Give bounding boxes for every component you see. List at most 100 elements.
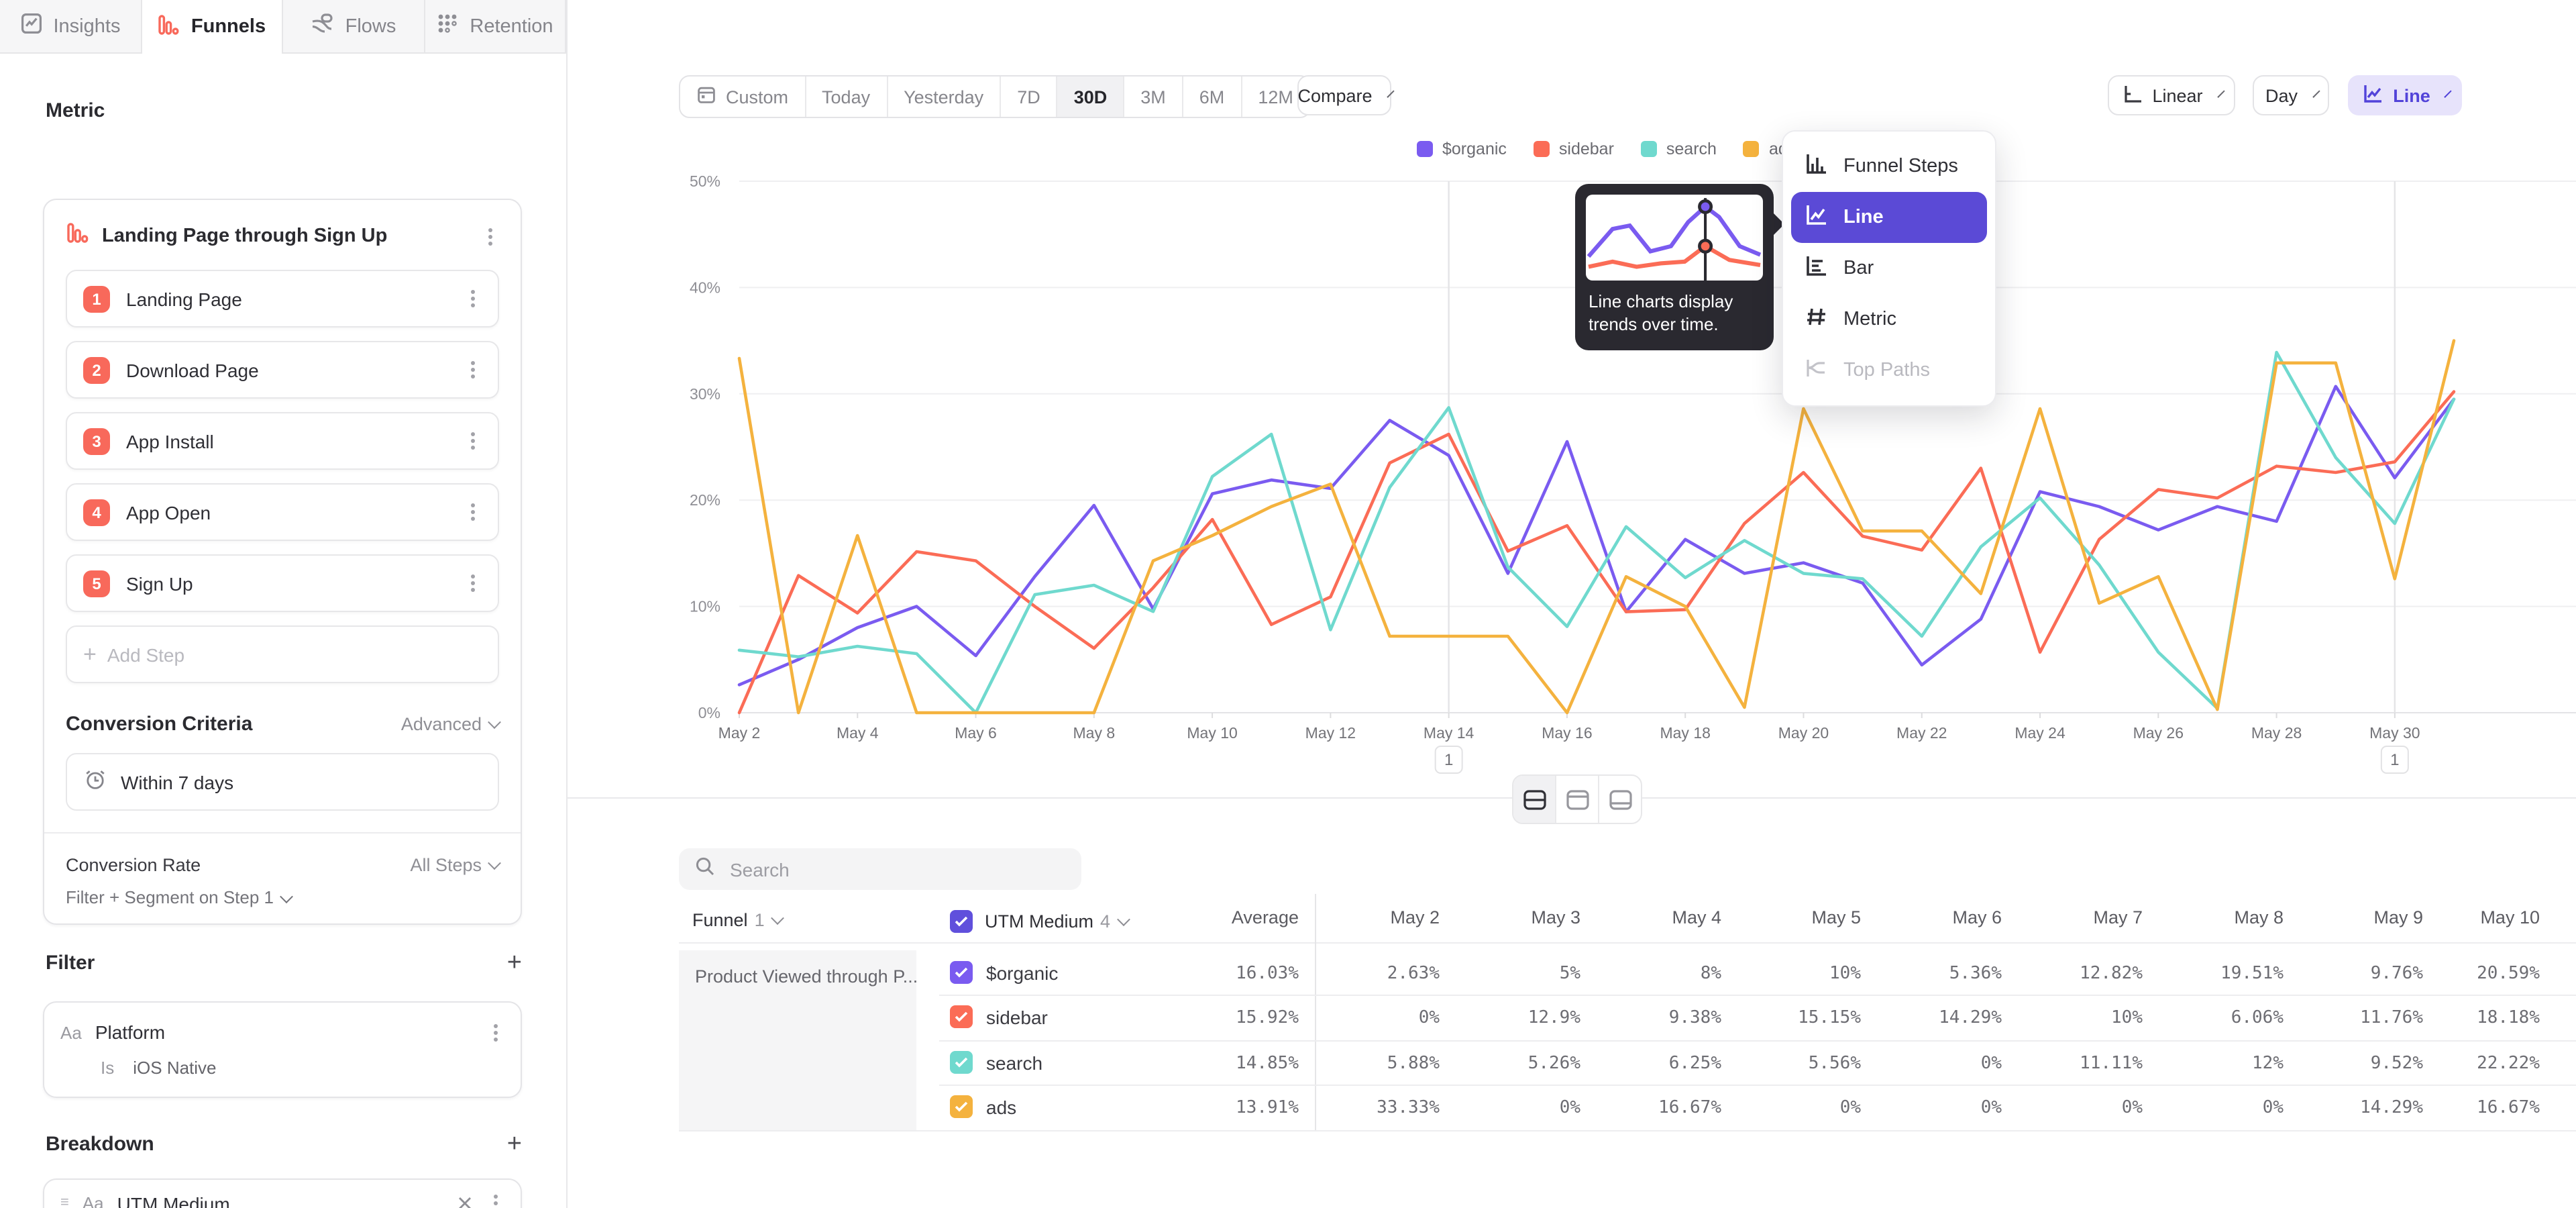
table-search[interactable]: [679, 848, 1081, 890]
add-step-button[interactable]: + Add Step: [66, 625, 499, 683]
svg-text:1: 1: [1444, 751, 1453, 769]
interval-dropdown[interactable]: Day: [2253, 75, 2329, 115]
funnel-step-row[interactable]: 1Landing Page: [66, 270, 499, 328]
range-7d[interactable]: 7D: [1001, 77, 1058, 117]
series-organic[interactable]: [739, 387, 2454, 685]
funnel-step-row[interactable]: 4App Open: [66, 483, 499, 541]
row-checkbox[interactable]: [950, 961, 973, 984]
menu-item-label: Funnel Steps: [1843, 156, 1958, 177]
select-all-checkbox[interactable]: [950, 910, 973, 933]
cell-value: 9.76%: [2294, 964, 2423, 984]
tab-flows[interactable]: Flows: [283, 0, 425, 52]
series-search[interactable]: [739, 352, 2454, 713]
svg-text:May 2: May 2: [718, 724, 761, 742]
row-checkbox[interactable]: [950, 1006, 973, 1029]
column-header[interactable]: May 10: [2411, 907, 2540, 927]
table-header-divider: [679, 942, 2576, 944]
row-name: $organic: [986, 962, 1058, 984]
breakdown-column-header[interactable]: UTM Medium4: [950, 910, 1128, 933]
cell-value: 5.36%: [1873, 964, 2002, 984]
column-header[interactable]: May 5: [1732, 907, 1861, 927]
chart-view-toggle[interactable]: [1556, 776, 1599, 823]
column-header[interactable]: Average: [1170, 907, 1299, 927]
chart-type-dropdown[interactable]: Line: [2348, 75, 2462, 115]
menu-item-line[interactable]: Line: [1791, 192, 1987, 243]
line-chart[interactable]: 0%10%20%30%40%50%May 2May 4May 6May 8May…: [568, 134, 2576, 792]
funnel-step-row[interactable]: 5Sign Up: [66, 554, 499, 612]
range-yesterday[interactable]: Yesterday: [888, 77, 1001, 117]
svg-text:30%: 30%: [690, 385, 720, 403]
menu-item-label: Bar: [1843, 258, 1874, 279]
range-3m[interactable]: 3M: [1124, 77, 1183, 117]
row-divider: [939, 1040, 2576, 1042]
tab-label: Insights: [54, 15, 121, 37]
cell-value: 16.03%: [1170, 964, 1299, 984]
filter-value[interactable]: iOS Native: [133, 1057, 216, 1077]
step-kebab-icon[interactable]: [463, 501, 482, 523]
chevron-down-icon: [488, 857, 501, 870]
cell-value: 33.33%: [1311, 1098, 1440, 1118]
filter-operator[interactable]: Is: [101, 1057, 114, 1077]
step-kebab-icon[interactable]: [463, 572, 482, 594]
column-header[interactable]: May 9: [2294, 907, 2423, 927]
row-checkbox[interactable]: [950, 1095, 973, 1118]
column-header[interactable]: May 3: [1452, 907, 1580, 927]
filter-kebab-icon[interactable]: [486, 1021, 504, 1043]
svg-text:10%: 10%: [690, 598, 720, 615]
step-kebab-icon[interactable]: [463, 359, 482, 381]
step-kebab-icon[interactable]: [463, 430, 482, 452]
compare-button[interactable]: Compare: [1297, 75, 1391, 115]
range-6m[interactable]: 6M: [1183, 77, 1242, 117]
all-steps-dropdown[interactable]: All Steps: [410, 854, 499, 874]
cell-value: 14.85%: [1170, 1054, 1299, 1074]
conversion-window-button[interactable]: Within 7 days: [66, 753, 499, 811]
tab-insights[interactable]: Insights: [0, 0, 142, 52]
funnel-step-row[interactable]: 2Download Page: [66, 341, 499, 399]
svg-text:40%: 40%: [690, 279, 720, 296]
annotation-badge[interactable]: 1: [2381, 746, 2408, 773]
add-filter-button[interactable]: +: [507, 950, 522, 975]
funnel-column-header[interactable]: Funnel1: [692, 910, 782, 930]
column-header[interactable]: May 7: [2014, 907, 2143, 927]
filter-property[interactable]: Platform: [95, 1021, 472, 1043]
drag-handle-icon[interactable]: ≡: [60, 1201, 69, 1205]
tab-funnels[interactable]: Funnels: [142, 0, 283, 55]
svg-text:May 18: May 18: [1660, 724, 1710, 742]
menu-item-bar[interactable]: Bar: [1791, 243, 1987, 294]
breakdown-property[interactable]: UTM Medium: [117, 1193, 444, 1208]
breakdown-kebab-icon[interactable]: [486, 1193, 504, 1208]
cell-value: 22.22%: [2411, 1054, 2540, 1074]
filter-segment-dropdown[interactable]: Filter + Segment on Step 1: [66, 887, 499, 907]
column-header[interactable]: May 4: [1593, 907, 1721, 927]
split-view-toggle[interactable]: [1513, 776, 1556, 823]
remove-breakdown-icon[interactable]: [458, 1196, 472, 1208]
column-header[interactable]: May 6: [1873, 907, 2002, 927]
chevron-down-icon: [2217, 90, 2224, 97]
menu-item-funnel-steps[interactable]: Funnel Steps: [1791, 141, 1987, 192]
cell-value: 15.92%: [1170, 1009, 1299, 1029]
date-range-control: CustomTodayYesterday7D30D3M6M12M: [679, 75, 1311, 118]
search-input[interactable]: [727, 857, 1065, 881]
row-checkbox[interactable]: [950, 1051, 973, 1074]
svg-text:May 14: May 14: [1424, 724, 1474, 742]
conversion-rate-label: Conversion Rate: [66, 854, 201, 874]
column-header[interactable]: May 2: [1311, 907, 1440, 927]
advanced-dropdown[interactable]: Advanced: [401, 713, 499, 734]
tab-retention[interactable]: Retention: [425, 0, 566, 52]
scale-dropdown[interactable]: Linear: [2108, 75, 2235, 115]
metric-kebab-icon[interactable]: [480, 225, 499, 247]
annotation-badge[interactable]: 1: [1436, 746, 1462, 773]
range-today[interactable]: Today: [806, 77, 888, 117]
row-name: search: [986, 1052, 1042, 1074]
funnel-group-cell[interactable]: Product Viewed through P...: [679, 950, 916, 1130]
range-label: 3M: [1140, 87, 1166, 107]
range-30d[interactable]: 30D: [1058, 77, 1125, 117]
step-kebab-icon[interactable]: [463, 288, 482, 309]
chevron-down-icon: [488, 716, 501, 729]
funnel-step-row[interactable]: 3App Install: [66, 412, 499, 470]
add-breakdown-button[interactable]: +: [507, 1131, 522, 1156]
range-custom[interactable]: Custom: [680, 77, 806, 117]
table-view-toggle[interactable]: [1599, 776, 1641, 823]
column-header[interactable]: May 8: [2155, 907, 2284, 927]
menu-item-metric[interactable]: Metric: [1791, 294, 1987, 345]
